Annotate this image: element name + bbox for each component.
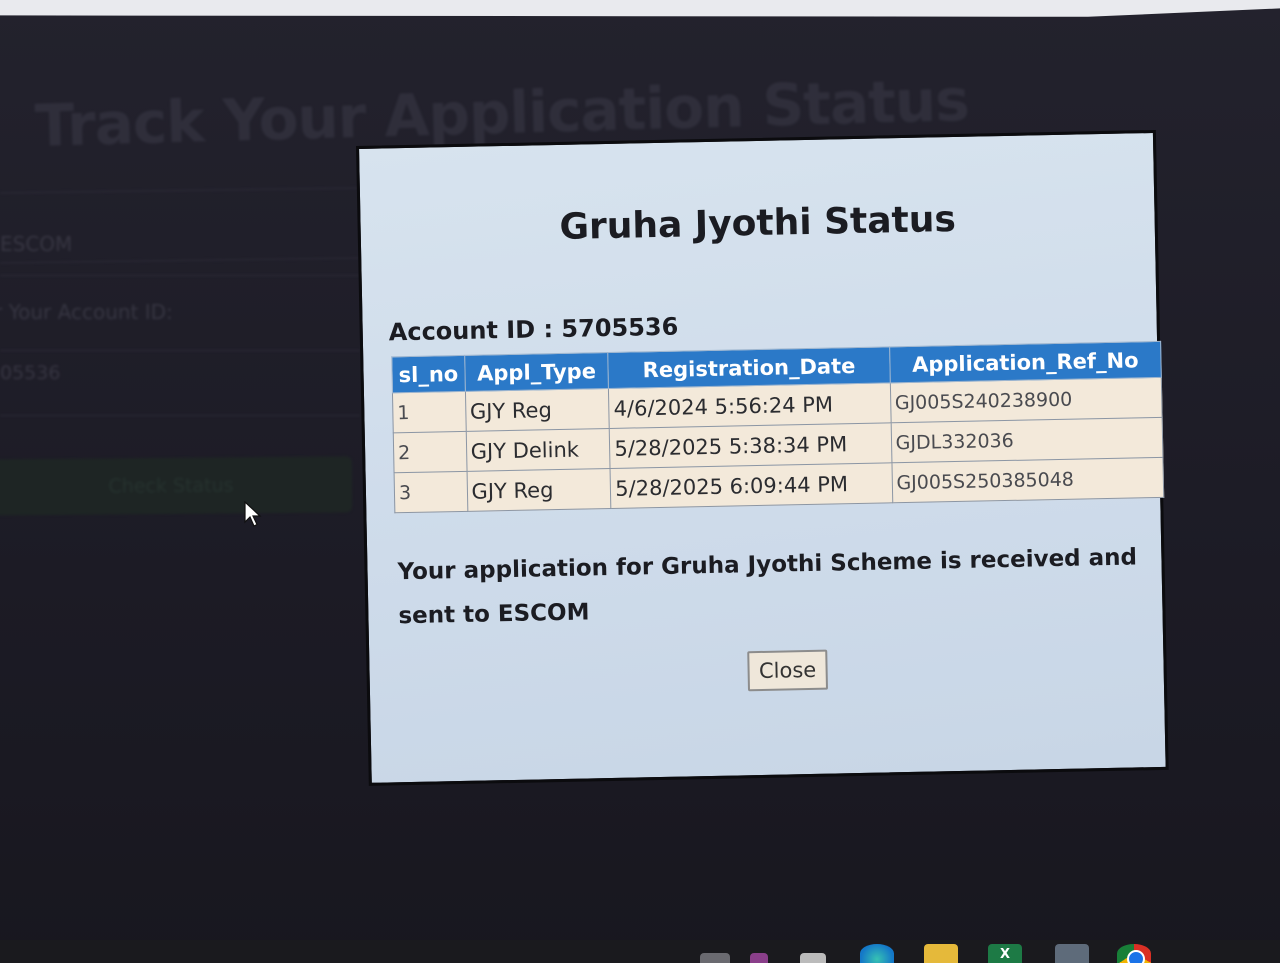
cell-application-ref-no: GJDL332036 [890,417,1163,463]
account-id-text: Account ID : 5705536 [388,312,679,347]
column-header-application-ref-no: Application_Ref_No [889,341,1162,383]
taskbar-app-icon[interactable] [700,953,730,963]
monitor-screen: Track Your Application Status ESCOM r Yo… [0,0,1280,963]
cell-sl-no: 1 [392,391,466,433]
excel-glyph: X [999,947,1011,962]
divider [0,187,360,194]
cell-appl-type: GJY Reg [466,468,612,512]
cell-registration-date: 5/28/2025 5:38:34 PM [609,422,892,469]
cell-appl-type: GJY Reg [465,388,610,432]
escom-label: ESCOM [0,232,73,256]
account-id-label: r Your Account ID: [0,300,173,324]
status-table: sl_no Appl_Type Registration_Date Applic… [391,341,1164,513]
edge-icon[interactable] [860,944,894,963]
folder-icon[interactable] [924,944,958,963]
close-button[interactable]: Close [747,649,829,692]
taskbar-app-icon[interactable] [800,953,826,963]
mouse-cursor-icon [244,501,262,527]
divider [0,275,360,276]
cell-sl-no: 2 [393,431,467,473]
check-status-label: Check Status [108,474,234,498]
cell-application-ref-no: GJ005S250385048 [891,457,1164,503]
modal-title: Gruha Jyothi Status [559,198,957,248]
account-id-input[interactable]: 05536 [0,362,60,384]
calculator-icon[interactable] [1055,944,1089,963]
cell-sl-no: 3 [394,471,468,513]
column-header-sl-no: sl_no [391,355,466,393]
taskbar-app-icon[interactable] [750,953,768,963]
status-modal: Gruha Jyothi Status Account ID : 5705536… [356,129,1169,786]
status-message: Your application for Gruha Jyothi Scheme… [397,544,1138,630]
chrome-icon[interactable] [1117,944,1151,963]
check-status-button[interactable]: Check Status [0,456,353,516]
cell-registration-date: 4/6/2024 5:56:24 PM [608,382,891,429]
cell-application-ref-no: GJ005S240238900 [889,377,1163,423]
cell-appl-type: GJY Delink [465,428,611,472]
cell-registration-date: 5/28/2025 6:09:44 PM [610,462,893,509]
divider [0,415,360,416]
divider [0,257,360,264]
column-header-appl-type: Appl_Type [464,352,609,392]
divider [0,350,360,351]
column-header-registration-date: Registration_Date [608,346,890,389]
excel-icon[interactable]: X [988,944,1022,963]
